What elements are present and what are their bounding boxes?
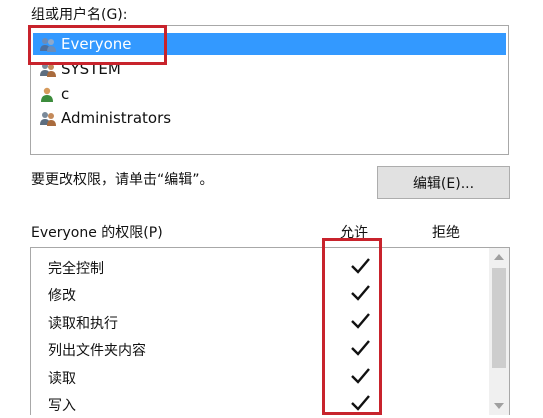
scroll-up-arrow-icon[interactable] [493, 252, 505, 262]
permission-name: 读取和执行 [48, 316, 118, 332]
permission-row: 读取和执行 [31, 309, 491, 336]
highlight-allow-column [322, 238, 382, 415]
group-name: c [61, 85, 70, 103]
highlight-everyone [28, 25, 167, 65]
edit-hint: 要更改权限，请单击“编辑”。 [31, 172, 214, 188]
permission-row: 列出文件夹内容 [31, 336, 491, 363]
permission-name: 完全控制 [48, 261, 104, 277]
permission-name: 列出文件夹内容 [48, 343, 146, 359]
permission-row: 完全控制 [31, 254, 491, 281]
deny-header: 拒绝 [432, 225, 460, 241]
group-name: Administrators [61, 109, 172, 127]
user-icon [41, 87, 53, 102]
scroll-thumb[interactable] [492, 268, 506, 368]
group-users-icon [40, 112, 56, 126]
permission-row: 写入 [31, 391, 491, 418]
permission-name: 读取 [48, 371, 76, 387]
group-item-administrators[interactable]: Administrators [33, 107, 506, 129]
group-item-user[interactable]: c [33, 83, 506, 105]
permissions-list: 完全控制 修改 读取和执行 列出文件夹内容 读取 写入 [30, 247, 510, 415]
groups-label: 组或用户名(G): [31, 7, 128, 23]
scroll-down-arrow-icon[interactable] [493, 401, 505, 411]
permission-name: 修改 [48, 288, 76, 304]
edit-button[interactable]: 编辑(E)... [377, 166, 510, 199]
permission-name: 写入 [48, 398, 76, 414]
permissions-label: Everyone 的权限(P) [31, 225, 163, 241]
permissions-scrollbar[interactable] [489, 248, 509, 415]
permission-row: 读取 [31, 364, 491, 391]
permission-row: 修改 [31, 281, 491, 308]
